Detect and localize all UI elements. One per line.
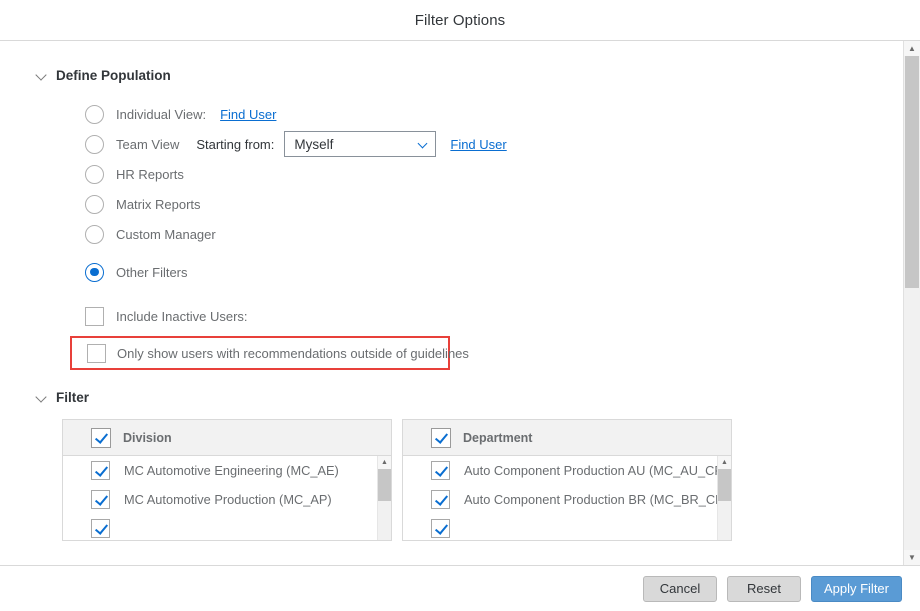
option-row-matrix-reports[interactable]: Matrix Reports xyxy=(0,189,903,219)
division-scrollbar[interactable]: ▲ xyxy=(377,456,391,540)
filter-options-dialog: Filter Options Define Population Individ… xyxy=(0,0,920,611)
dialog-scroll-track[interactable] xyxy=(904,56,920,550)
radio-matrix-reports[interactable] xyxy=(85,194,104,214)
filter-table-department-header[interactable]: Department xyxy=(403,420,731,456)
list-item[interactable]: MC Automotive Engineering (MC_AE) xyxy=(63,456,377,485)
radio-custom-manager[interactable] xyxy=(85,224,104,244)
label-individual-view: Individual View: xyxy=(116,106,207,122)
checkbox-division-row-0[interactable] xyxy=(91,461,110,480)
checkbox-division-row-1[interactable] xyxy=(91,490,110,509)
label-team-view: Team View xyxy=(116,136,180,152)
section-filter-header[interactable]: Filter xyxy=(0,390,903,405)
filter-table-department-body: Auto Component Production AU (MC_AU_CP) … xyxy=(403,456,731,540)
chevron-up-icon[interactable]: ▲ xyxy=(718,456,731,469)
find-user-link-individual[interactable]: Find User xyxy=(220,107,276,122)
label-matrix-reports: Matrix Reports xyxy=(116,196,201,212)
filter-table-division-rows: MC Automotive Engineering (MC_AE) MC Aut… xyxy=(63,456,377,540)
dialog-title: Filter Options xyxy=(414,11,506,29)
checkbox-row-include-inactive-users[interactable]: Include Inactive Users: xyxy=(0,300,903,332)
list-item-partial[interactable] xyxy=(63,514,377,540)
cancel-button[interactable]: Cancel xyxy=(642,575,717,602)
label-other-filters: Other Filters xyxy=(116,264,188,280)
division-scroll-track[interactable] xyxy=(378,469,391,540)
option-row-hr-reports[interactable]: HR Reports xyxy=(0,159,903,189)
list-item[interactable]: MC Automotive Production (MC_AP) xyxy=(63,485,377,514)
label-division-row-1: MC Automotive Production (MC_AP) xyxy=(124,492,332,507)
dialog-titlebar: Filter Options xyxy=(0,0,920,41)
checkbox-select-all-department[interactable] xyxy=(431,427,451,448)
filter-table-division-header[interactable]: Division xyxy=(63,420,391,456)
starting-from-value: Myself xyxy=(294,136,334,152)
filter-table-division: Division MC Automotive Engineering (MC_A… xyxy=(62,419,392,541)
dialog-body: Define Population Individual View: Find … xyxy=(0,41,920,565)
chevron-down-icon xyxy=(36,392,47,403)
find-user-link-team[interactable]: Find User xyxy=(450,137,506,152)
radio-team-view[interactable] xyxy=(85,134,104,154)
starting-from-select[interactable]: Myself xyxy=(284,131,437,157)
radio-hr-reports[interactable] xyxy=(85,164,104,184)
dialog-footer: Cancel Reset Apply Filter xyxy=(0,565,920,611)
department-scroll-track[interactable] xyxy=(718,469,731,540)
label-custom-manager: Custom Manager xyxy=(116,226,216,242)
section-define-population-header[interactable]: Define Population xyxy=(0,68,903,83)
label-department-row-1: Auto Component Production BR (MC_BR_CP) xyxy=(464,492,717,507)
label-include-inactive-users: Include Inactive Users: xyxy=(116,308,248,324)
radio-individual-view[interactable] xyxy=(85,104,104,124)
chevron-down-icon[interactable]: ▼ xyxy=(904,550,920,565)
chevron-down-icon xyxy=(36,70,47,81)
section-define-population-title: Define Population xyxy=(56,68,171,83)
reset-button[interactable]: Reset xyxy=(726,575,801,602)
label-division-row-0: MC Automotive Engineering (MC_AE) xyxy=(124,463,339,478)
option-row-custom-manager[interactable]: Custom Manager xyxy=(0,219,903,249)
radio-other-filters[interactable] xyxy=(85,262,104,282)
checkbox-select-all-division[interactable] xyxy=(91,427,111,448)
highlight-box-outside-guidelines: Only show users with recommendations out… xyxy=(70,336,469,370)
list-item[interactable]: Auto Component Production AU (MC_AU_CP) xyxy=(403,456,717,485)
option-row-individual-view[interactable]: Individual View: Find User xyxy=(0,99,903,129)
checkbox-department-row-0[interactable] xyxy=(431,461,450,480)
division-scroll-thumb[interactable] xyxy=(378,469,391,501)
chevron-up-icon[interactable]: ▲ xyxy=(378,456,391,469)
apply-filter-button[interactable]: Apply Filter xyxy=(810,575,902,602)
label-department-row-0: Auto Component Production AU (MC_AU_CP) xyxy=(464,463,717,478)
department-scrollbar[interactable]: ▲ xyxy=(717,456,731,540)
checkbox-include-inactive-users[interactable] xyxy=(85,306,104,326)
scroll-content: Define Population Individual View: Find … xyxy=(0,41,903,565)
dialog-scroll-thumb[interactable] xyxy=(905,56,919,289)
section-filter-title: Filter xyxy=(56,390,90,405)
filter-table-division-body: MC Automotive Engineering (MC_AE) MC Aut… xyxy=(63,456,391,540)
dialog-scrollbar[interactable]: ▲ ▼ xyxy=(903,41,920,565)
filter-tables: Division MC Automotive Engineering (MC_A… xyxy=(62,419,903,541)
filter-table-department: Department Auto Component Production AU … xyxy=(402,419,732,541)
list-item-partial[interactable] xyxy=(403,514,717,540)
department-scroll-thumb[interactable] xyxy=(718,469,731,501)
chevron-up-icon[interactable]: ▲ xyxy=(904,41,920,56)
filter-table-department-title: Department xyxy=(463,430,533,445)
option-row-team-view[interactable]: Team View Starting from: Myself Find Use… xyxy=(0,129,903,159)
label-starting-from: Starting from: xyxy=(196,136,275,152)
checkbox-department-row-2[interactable] xyxy=(431,519,450,538)
filter-table-division-title: Division xyxy=(123,430,172,445)
label-only-outside-guidelines: Only show users with recommendations out… xyxy=(117,345,469,361)
option-row-other-filters[interactable]: Other Filters xyxy=(0,257,903,287)
chevron-down-icon xyxy=(419,140,428,149)
checkbox-department-row-1[interactable] xyxy=(431,490,450,509)
checkbox-division-row-2[interactable] xyxy=(91,519,110,538)
label-hr-reports: HR Reports xyxy=(116,166,184,182)
checkbox-only-outside-guidelines[interactable] xyxy=(87,343,106,363)
population-options: Individual View: Find User Team View Sta… xyxy=(0,99,903,370)
filter-table-department-rows: Auto Component Production AU (MC_AU_CP) … xyxy=(403,456,717,540)
list-item[interactable]: Auto Component Production BR (MC_BR_CP) xyxy=(403,485,717,514)
